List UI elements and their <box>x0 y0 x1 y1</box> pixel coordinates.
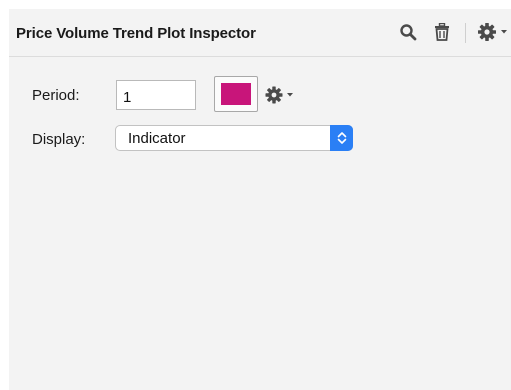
period-label: Period: <box>32 87 80 104</box>
gear-icon <box>478 23 507 41</box>
trash-icon[interactable] <box>432 21 452 43</box>
inspector-panel: Price Volume Trend Plot Inspector Period… <box>9 9 511 390</box>
inspector-title: Price Volume Trend Plot Inspector <box>16 25 256 42</box>
settings-menu-button[interactable] <box>476 21 510 43</box>
color-swatch <box>221 83 251 105</box>
search-icon[interactable] <box>398 21 418 43</box>
display-select[interactable]: Indicator <box>115 125 353 151</box>
display-select-value: Indicator <box>128 130 186 147</box>
display-label: Display: <box>32 131 86 148</box>
color-swatch-button[interactable] <box>214 76 258 112</box>
period-input[interactable] <box>116 80 196 110</box>
select-stepper-icon[interactable] <box>330 125 353 151</box>
gear-icon <box>265 86 293 104</box>
period-options-button[interactable] <box>265 84 295 106</box>
inspector-header: Price Volume Trend Plot Inspector <box>9 9 511 57</box>
header-separator <box>465 23 466 43</box>
